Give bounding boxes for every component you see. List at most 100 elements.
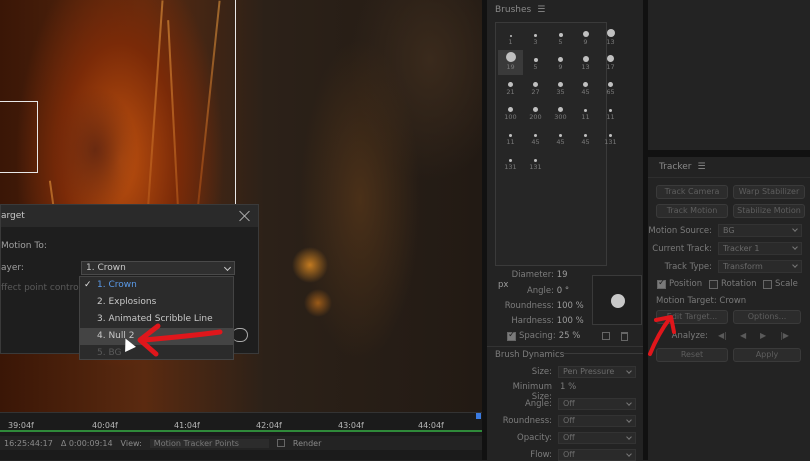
analyze-back-frame-icon[interactable]: ◀| bbox=[718, 331, 727, 340]
roundness-value[interactable]: 100 % bbox=[557, 301, 584, 311]
close-icon[interactable] bbox=[238, 209, 252, 223]
brush-size-label: 131 bbox=[529, 163, 542, 171]
analyze-forward-icon[interactable]: ▶ bbox=[760, 331, 766, 340]
brushes-panel-header: Brushes ☰ bbox=[487, 0, 643, 15]
position-toggle[interactable]: Position bbox=[657, 278, 703, 289]
dyn-roundness-value: Off bbox=[563, 416, 575, 425]
apply-button[interactable]: Apply bbox=[733, 348, 801, 362]
angle-row[interactable]: Angle: 0 ° bbox=[498, 286, 580, 296]
brush-preset[interactable]: 5 bbox=[548, 25, 573, 50]
brush-preset[interactable]: 45 bbox=[573, 75, 598, 100]
brush-tip-icon bbox=[609, 109, 612, 112]
dropdown-option-crown[interactable]: 1. Crown bbox=[80, 277, 233, 294]
brush-size-label: 11 bbox=[506, 138, 515, 146]
brush-preset[interactable]: 17 bbox=[598, 50, 623, 75]
layer-select[interactable]: 1. Crown bbox=[81, 261, 235, 275]
brush-preset[interactable]: 13 bbox=[598, 25, 623, 50]
hardness-value[interactable]: 100 % bbox=[557, 316, 584, 326]
brush-size-label: 5 bbox=[533, 63, 538, 71]
dyn-flow-value: Off bbox=[563, 450, 575, 459]
analyze-backward-icon[interactable]: ◀ bbox=[740, 331, 746, 340]
brush-preset[interactable]: 9 bbox=[548, 50, 573, 75]
track-motion-button[interactable]: Track Motion bbox=[656, 204, 728, 218]
brush-preset[interactable]: 45 bbox=[523, 125, 548, 150]
scale-checkbox[interactable] bbox=[763, 279, 772, 289]
rotation-checkbox[interactable] bbox=[709, 279, 718, 289]
brush-preset[interactable]: 9 bbox=[573, 25, 598, 50]
brush-preset[interactable]: 65 bbox=[598, 75, 623, 100]
angle-value[interactable]: 0 ° bbox=[557, 286, 569, 296]
brush-size-label: 200 bbox=[529, 113, 542, 121]
brush-size-label: 27 bbox=[531, 88, 540, 96]
analyze-forward-frame-icon[interactable]: |▶ bbox=[780, 331, 789, 340]
brush-tip-icon bbox=[533, 82, 538, 87]
spacing-value[interactable]: 25 % bbox=[559, 331, 581, 341]
dyn-min-size-value[interactable]: 1 % bbox=[560, 382, 576, 392]
brush-preset[interactable]: 21 bbox=[498, 75, 523, 100]
brush-preset[interactable]: 11 bbox=[573, 100, 598, 125]
track-type-label: Track Type: bbox=[664, 262, 712, 272]
dyn-opacity-select[interactable]: Off bbox=[558, 432, 636, 444]
brush-tip-icon bbox=[558, 33, 563, 37]
hardness-row[interactable]: Hardness: 100 % bbox=[498, 316, 588, 326]
panel-divider[interactable] bbox=[648, 150, 810, 157]
brush-preset[interactable]: 200 bbox=[523, 100, 548, 125]
rotation-toggle[interactable]: Rotation bbox=[709, 279, 757, 289]
ok-button[interactable] bbox=[232, 328, 248, 342]
dropdown-option-explosions[interactable]: 2. Explosions bbox=[80, 294, 233, 311]
brush-preset[interactable]: 300 bbox=[548, 100, 573, 125]
brush-size-label: 9 bbox=[583, 38, 588, 46]
track-type-select[interactable]: Transform bbox=[718, 260, 802, 273]
view-select[interactable]: Motion Tracker Points bbox=[149, 438, 269, 448]
dyn-flow-label: Flow: bbox=[530, 450, 552, 460]
brush-preset[interactable]: 35 bbox=[548, 75, 573, 100]
dyn-angle-select[interactable]: Off bbox=[558, 398, 636, 410]
motion-source-select[interactable]: BG bbox=[718, 224, 802, 237]
brush-preset[interactable]: 131 bbox=[598, 125, 623, 150]
spacing-checkbox[interactable] bbox=[507, 330, 516, 341]
current-track-select[interactable]: Tracker 1 bbox=[718, 242, 802, 255]
tracker-panel-header: Tracker ☰ bbox=[648, 157, 810, 172]
brush-preset[interactable]: 45 bbox=[573, 125, 598, 150]
brush-tip-icon bbox=[609, 134, 612, 137]
stabilize-motion-button[interactable]: Stabilize Motion bbox=[733, 204, 805, 218]
brush-preset[interactable]: 11 bbox=[598, 100, 623, 125]
panel-menu-icon[interactable]: ☰ bbox=[697, 162, 705, 172]
warp-stabilizer-button[interactable]: Warp Stabilizer bbox=[733, 185, 805, 199]
dyn-size-select[interactable]: Pen Pressure bbox=[558, 366, 636, 378]
roundness-row[interactable]: Roundness: 100 % bbox=[498, 301, 588, 311]
track-camera-button[interactable]: Track Camera bbox=[656, 185, 728, 199]
timecode[interactable]: 16:25:44:17 bbox=[4, 439, 53, 448]
brush-preset[interactable]: 45 bbox=[548, 125, 573, 150]
delta-time: Δ 0:00:09:14 bbox=[60, 438, 113, 448]
panel-menu-icon[interactable]: ☰ bbox=[537, 5, 545, 15]
scale-toggle[interactable]: Scale bbox=[763, 279, 798, 289]
spacing-row[interactable]: Spacing: 25 % bbox=[507, 330, 581, 341]
brush-preset[interactable]: 5 bbox=[523, 50, 548, 75]
annotation-arrow-icon bbox=[137, 323, 223, 357]
position-label: Position bbox=[669, 279, 703, 289]
trash-icon[interactable] bbox=[621, 332, 628, 341]
playhead-icon[interactable] bbox=[476, 413, 481, 419]
dyn-flow-select[interactable]: Off bbox=[558, 449, 636, 461]
brush-preset[interactable]: 11 bbox=[498, 125, 523, 150]
brush-size-label: 45 bbox=[556, 138, 565, 146]
render-checkbox[interactable] bbox=[276, 439, 285, 447]
brush-tip-icon bbox=[608, 82, 613, 87]
position-checkbox[interactable] bbox=[657, 278, 666, 289]
brush-size-label: 1 bbox=[508, 38, 513, 46]
brush-preset[interactable]: 13 bbox=[573, 50, 598, 75]
brush-preset[interactable]: 131 bbox=[498, 150, 523, 175]
brush-preset[interactable]: 3 bbox=[523, 25, 548, 50]
brush-preset-grid[interactable]: 1 3 5 9 13 19 5 9 13 17 21 27 35 45 65 100 200 300 11 11 11 4… bbox=[495, 22, 617, 266]
new-brush-icon[interactable] bbox=[602, 332, 610, 340]
dyn-roundness-select[interactable]: Off bbox=[558, 415, 636, 427]
track-point-box[interactable] bbox=[0, 101, 38, 173]
brush-preset[interactable]: 131 bbox=[523, 150, 548, 175]
options-button[interactable]: Options... bbox=[733, 310, 801, 324]
brush-size-label: 3 bbox=[533, 38, 538, 46]
brush-preset[interactable]: 100 bbox=[498, 100, 523, 125]
brush-preset[interactable]: 19 bbox=[498, 50, 523, 75]
brush-preset[interactable]: 27 bbox=[523, 75, 548, 100]
brush-preset[interactable]: 1 bbox=[498, 25, 523, 50]
